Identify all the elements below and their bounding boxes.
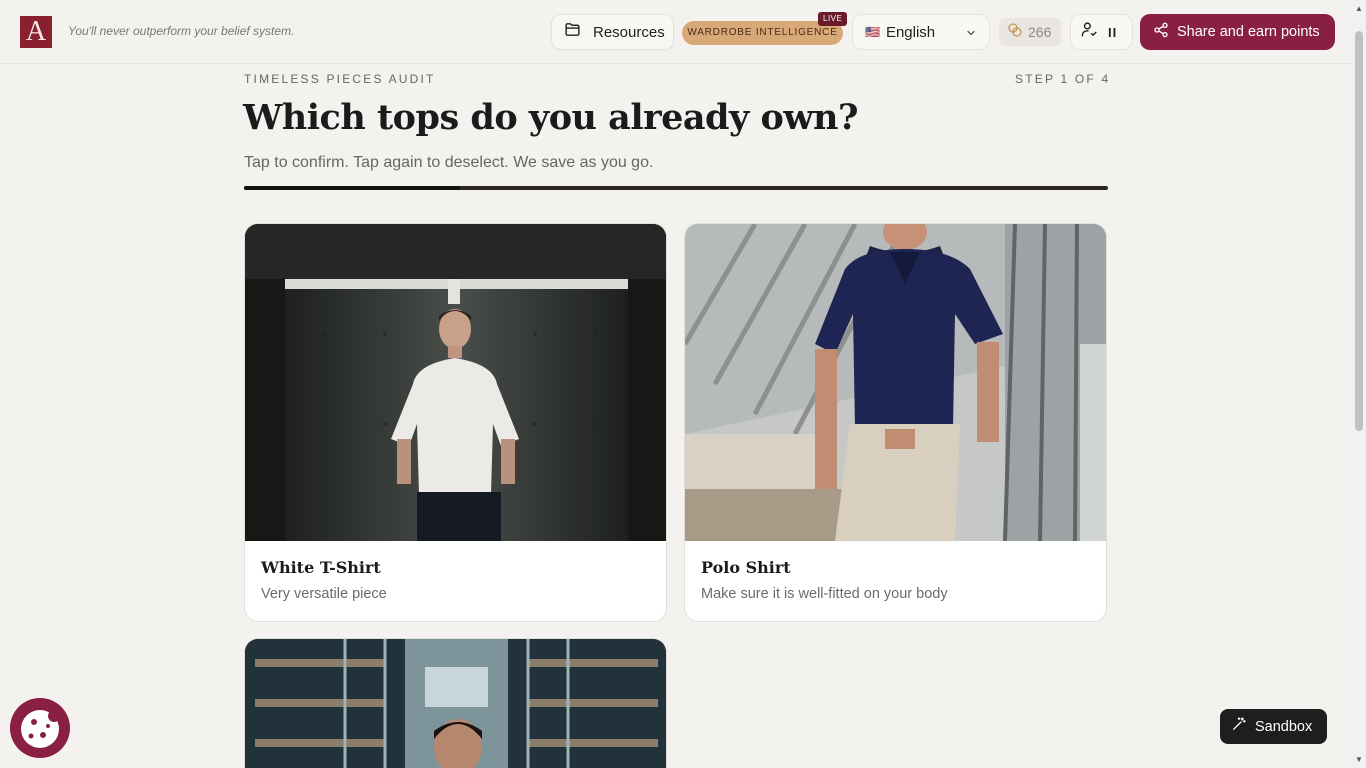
magic-wand-icon (1231, 716, 1247, 737)
cookie-settings-button[interactable] (10, 698, 70, 758)
user-check-icon (1081, 21, 1098, 43)
us-flag-icon: 🇺🇸 (865, 25, 880, 39)
section-kicker: TIMELESS PIECES AUDIT (244, 72, 436, 86)
share-label: Share and earn points (1177, 24, 1320, 40)
brand-logo[interactable]: A (20, 16, 52, 48)
item-card-white-t-shirt[interactable]: White T-Shirt Very versatile piece (244, 223, 667, 622)
folder-icon (564, 21, 581, 43)
live-badge: LIVE (818, 12, 848, 26)
page-title: Which tops do you already own? (243, 97, 858, 138)
sandbox-label: Sandbox (1255, 718, 1313, 735)
cookie-icon (10, 710, 70, 762)
user-menu-button[interactable]: II (1070, 14, 1133, 50)
item-description: Make sure it is well-fitted on your body (701, 586, 948, 602)
coins-icon (1007, 22, 1023, 43)
item-card-third[interactable] (244, 638, 667, 768)
chevron-down-icon (965, 26, 977, 44)
scroll-up-arrow-icon[interactable]: ▲ (1355, 4, 1363, 13)
resources-button[interactable]: Resources (551, 14, 674, 50)
item-name: Polo Shirt (701, 558, 791, 577)
points-value: 266 (1028, 24, 1052, 40)
points-counter[interactable]: 266 (999, 18, 1061, 46)
scrollbar-thumb[interactable] (1355, 31, 1363, 431)
scroll-down-arrow-icon[interactable]: ▼ (1355, 755, 1363, 764)
pause-icon[interactable]: II (1108, 25, 1117, 40)
white-t-shirt-photo (245, 224, 666, 541)
page-scrollbar[interactable]: ▲ ▼ (1352, 0, 1366, 768)
share-icon (1153, 22, 1169, 43)
top-navigation-bar: A You'll never outperform your belief sy… (0, 0, 1352, 64)
tagline: You'll never outperform your belief syst… (68, 24, 295, 38)
step-indicator: STEP 1 OF 4 (1015, 72, 1111, 86)
polo-shirt-photo (685, 224, 1106, 541)
item-name: White T-Shirt (261, 558, 381, 577)
item-card-polo-shirt[interactable]: Polo Shirt Make sure it is well-fitted o… (684, 223, 1107, 622)
sandbox-button[interactable]: Sandbox (1220, 709, 1327, 744)
page-subtitle: Tap to confirm. Tap again to deselect. W… (244, 154, 654, 171)
library-photo (245, 639, 666, 768)
resources-label: Resources (593, 23, 665, 41)
share-and-earn-button[interactable]: Share and earn points (1140, 14, 1335, 50)
language-label: English (885, 23, 936, 41)
language-selector[interactable]: 🇺🇸 English (852, 14, 990, 50)
item-description: Very versatile piece (261, 586, 387, 602)
progress-fill (244, 186, 460, 190)
